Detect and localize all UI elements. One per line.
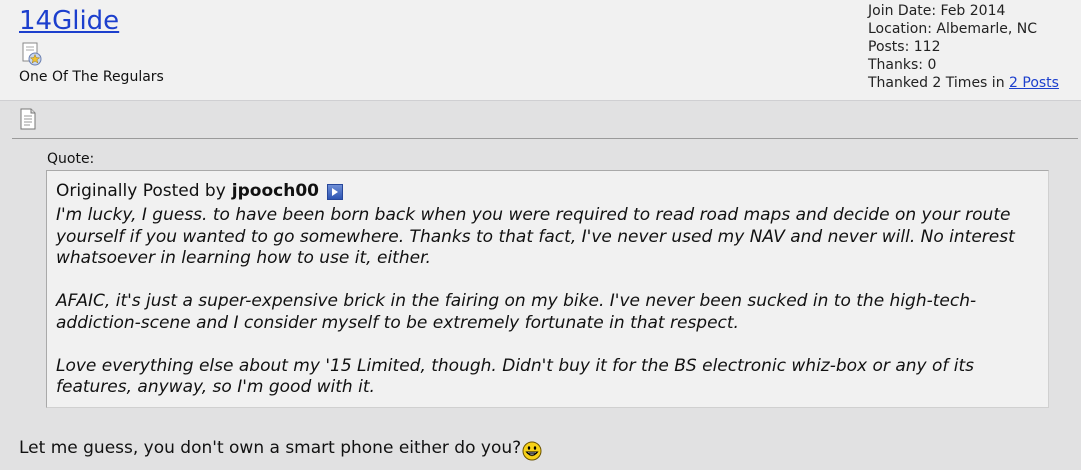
quote-author: jpooch00 <box>231 181 319 201</box>
thanked-prefix: Thanked 2 Times in <box>868 75 1005 91</box>
quote-paragraph: AFAIC, it's just a super-expensive brick… <box>56 291 977 333</box>
location: Location: Albemarle, NC <box>868 21 1037 37</box>
quote-attribution: Originally Posted by jpooch00 <box>56 181 343 201</box>
user-stats: Join Date: Feb 2014 Location: Albemarle,… <box>868 2 1059 92</box>
quote-text: I'm lucky, I guess. to have been born ba… <box>56 205 1041 399</box>
quote-label: Quote: <box>47 151 95 167</box>
join-date: Join Date: Feb 2014 <box>868 3 1006 19</box>
username-link[interactable]: 14Glide <box>19 6 119 36</box>
originally-posted-by: Originally Posted by <box>56 181 226 201</box>
user-info-bar: 14Glide One Of The Regulars Join Date: F… <box>0 0 1081 101</box>
thanks-count: Thanks: 0 <box>868 57 937 73</box>
quote-paragraph: Love everything else about my '15 Limite… <box>56 355 975 398</box>
reply-text: Let me guess, you don't own a smart phon… <box>19 438 522 458</box>
view-post-arrow-icon[interactable] <box>327 184 343 200</box>
post-divider <box>12 138 1078 139</box>
post-count: Posts: 112 <box>868 39 941 55</box>
rank-star-icon <box>22 42 42 66</box>
thanked-posts-link[interactable]: 2 Posts <box>1009 75 1059 91</box>
reply-text-line: Let me guess, you don't own a smart phon… <box>19 438 542 461</box>
post-document-icon <box>20 108 36 130</box>
thanked-line: Thanked 2 Times in 2 Posts <box>868 74 1059 92</box>
quote-paragraph: I'm lucky, I guess. to have been born ba… <box>56 205 1015 268</box>
grin-smiley-icon <box>522 441 542 461</box>
user-title: One Of The Regulars <box>19 69 164 85</box>
